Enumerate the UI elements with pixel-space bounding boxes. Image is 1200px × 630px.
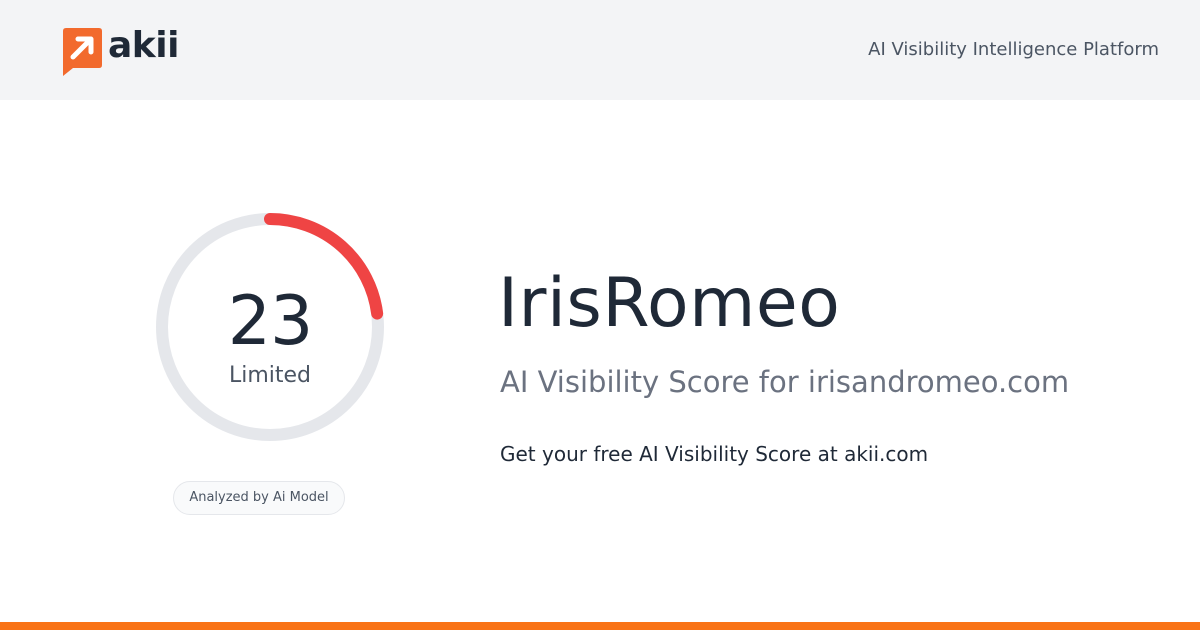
score-subtitle: AI Visibility Score for irisandromeo.com — [500, 365, 1070, 399]
analyzed-by-badge: Analyzed by Ai Model — [173, 481, 345, 515]
platform-tagline: AI Visibility Intelligence Platform — [868, 39, 1159, 60]
header-bar: akii AI Visibility Intelligence Platform — [0, 0, 1200, 100]
logo-wordmark: akii — [108, 25, 179, 66]
score-gauge: 23 Limited — [155, 212, 385, 442]
speech-bubble-arrow-icon — [63, 28, 102, 76]
brand-name: IrisRomeo — [498, 264, 841, 343]
cta-text[interactable]: Get your free AI Visibility Score at aki… — [500, 440, 928, 468]
score-label: Limited — [228, 363, 312, 388]
score-value: 23 — [227, 282, 314, 361]
bottom-accent-bar — [0, 622, 1200, 630]
akii-logo[interactable]: akii — [60, 25, 179, 78]
